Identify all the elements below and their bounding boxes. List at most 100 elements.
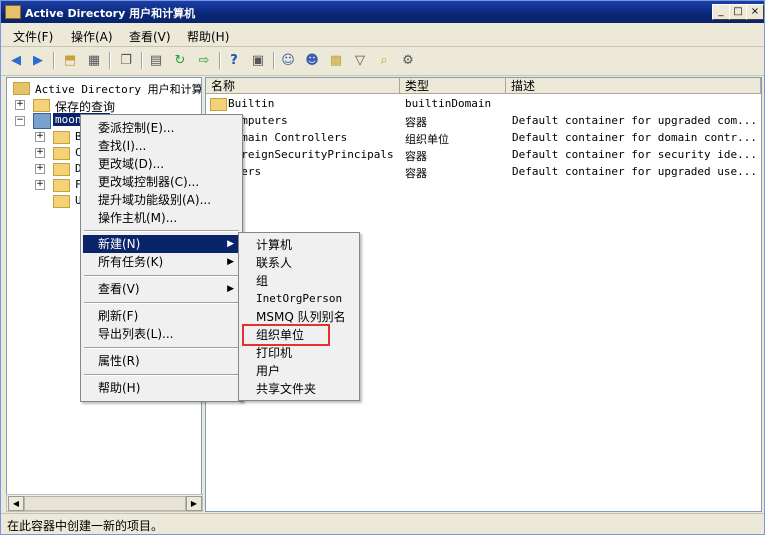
- properties-icon[interactable]: ▤: [147, 51, 165, 69]
- menu-item-change-domain[interactable]: 更改域(D)...: [83, 155, 240, 173]
- list-item[interactable]: Builtin builtinDomain: [206, 95, 761, 112]
- folder-icon: [53, 195, 70, 208]
- copy-icon[interactable]: ❐: [117, 51, 135, 69]
- window-title: Active Directory 用户和计算机: [25, 7, 196, 20]
- up-folder-icon[interactable]: ⬒: [61, 51, 79, 69]
- expand-icon[interactable]: +: [35, 180, 45, 190]
- column-header-type[interactable]: 类型: [400, 78, 506, 94]
- title-bar[interactable]: Active Directory 用户和计算机 _ □ ×: [1, 1, 764, 23]
- folder-icon: [33, 99, 50, 112]
- status-text: 在此容器中创建一新的项目。: [7, 519, 164, 533]
- menu-item-label: 所有任务(K): [98, 255, 164, 269]
- menu-item-label: 新建(N): [98, 237, 141, 251]
- domain-icon: [33, 113, 51, 129]
- expand-icon[interactable]: +: [15, 100, 25, 110]
- help-icon[interactable]: ?: [225, 51, 243, 69]
- menu-bar: 文件(F) 操作(A) 查看(V) 帮助(H): [1, 24, 764, 47]
- back-icon[interactable]: ◀: [7, 51, 25, 69]
- export-list-icon[interactable]: ⇨: [195, 51, 213, 69]
- collapse-icon[interactable]: −: [15, 116, 25, 126]
- submenu-item-user[interactable]: 用户: [241, 362, 357, 380]
- submenu-item-contact[interactable]: 联系人: [241, 254, 357, 272]
- root-icon: [13, 82, 30, 95]
- filter-icon[interactable]: ▽: [351, 51, 369, 69]
- list-item[interactable]: Users 容器 Default container for upgraded …: [206, 163, 761, 180]
- console-icon[interactable]: ▣: [249, 51, 267, 69]
- submenu-arrow-icon: ▶: [227, 239, 234, 249]
- minimize-button[interactable]: _: [712, 4, 730, 20]
- menu-item-all-tasks[interactable]: 所有任务(K) ▶: [83, 253, 240, 271]
- item-name: Domain Controllers: [228, 131, 348, 144]
- list-item[interactable]: Computers 容器 Default container for upgra…: [206, 112, 761, 129]
- tree-item-saved-queries[interactable]: + 保存的查询: [13, 97, 201, 114]
- folder-icon: [53, 131, 70, 144]
- menu-item-change-dc[interactable]: 更改域控制器(C)...: [83, 173, 240, 191]
- expand-icon[interactable]: +: [35, 164, 45, 174]
- menu-item-delegate-control[interactable]: 委派控制(E)...: [83, 119, 240, 137]
- column-header-name[interactable]: 名称: [206, 78, 400, 94]
- item-type: builtinDomain: [405, 97, 492, 110]
- menu-item-raise-level[interactable]: 提升域功能级别(A)...: [83, 191, 240, 209]
- close-button[interactable]: ×: [746, 4, 764, 20]
- menu-item-help[interactable]: 帮助(H): [83, 379, 240, 397]
- scroll-left-button[interactable]: ◀: [8, 496, 24, 511]
- menu-item-export-list[interactable]: 导出列表(L)...: [83, 325, 240, 343]
- submenu-item-printer[interactable]: 打印机: [241, 344, 357, 362]
- tree-horizontal-scrollbar[interactable]: ◀ ▶: [6, 494, 203, 512]
- item-description: Default container for upgraded com...: [512, 114, 758, 127]
- expand-icon[interactable]: +: [35, 132, 45, 142]
- context-menu: 委派控制(E)... 查找(I)... 更改域(D)... 更改域控制器(C).…: [80, 114, 243, 402]
- menu-item-new[interactable]: 新建(N) ▶: [83, 235, 240, 253]
- submenu-item-group[interactable]: 组: [241, 272, 357, 290]
- item-type: 容器: [405, 116, 427, 129]
- item-description: Default container for security ide...: [512, 148, 758, 161]
- menu-view[interactable]: 查看(V): [129, 28, 171, 45]
- submenu-item-shared-folder[interactable]: 共享文件夹: [241, 380, 357, 398]
- folder-icon: [53, 147, 70, 160]
- menu-item-view[interactable]: 查看(V) ▶: [83, 280, 240, 298]
- app-icon: [5, 5, 21, 19]
- column-header-description[interactable]: 描述: [506, 78, 761, 94]
- highlight-annotation: [242, 324, 330, 346]
- menu-help[interactable]: 帮助(H): [187, 28, 229, 45]
- show-hide-tree-icon[interactable]: ▦: [85, 51, 103, 69]
- new-user-icon[interactable]: ☺: [279, 51, 297, 69]
- item-name: ForeignSecurityPrincipals: [228, 148, 394, 161]
- item-name: Builtin: [228, 97, 275, 110]
- find-icon[interactable]: ⌕: [375, 51, 393, 69]
- menu-file[interactable]: 文件(F): [13, 28, 53, 45]
- submenu-arrow-icon: ▶: [227, 257, 234, 267]
- list-item[interactable]: ForeignSecurityPrincipals 容器 Default con…: [206, 146, 761, 163]
- item-description: Default container for upgraded use...: [512, 165, 758, 178]
- menu-item-label: 查看(V): [98, 282, 140, 296]
- folder-icon: [210, 98, 227, 111]
- toolbar: ◀ ▶ ⬒ ▦ ❐ ▤ ↻ ⇨ ? ▣ ☺ ☻ ▩ ▽ ⌕ ⚙: [1, 47, 764, 76]
- new-ou-icon[interactable]: ▩: [327, 51, 345, 69]
- menu-action[interactable]: 操作(A): [71, 28, 113, 45]
- delegate-icon[interactable]: ⚙: [399, 51, 417, 69]
- item-type: 容器: [405, 167, 427, 180]
- scroll-thumb[interactable]: [24, 496, 186, 511]
- folder-icon: [53, 163, 70, 176]
- tree-root[interactable]: Active Directory 用户和计算机: [13, 80, 201, 96]
- folder-icon: [53, 179, 70, 192]
- menu-item-refresh[interactable]: 刷新(F): [83, 307, 240, 325]
- forward-icon[interactable]: ▶: [29, 51, 47, 69]
- menu-item-find[interactable]: 查找(I)...: [83, 137, 240, 155]
- menu-item-properties[interactable]: 属性(R): [83, 352, 240, 370]
- item-type: 容器: [405, 150, 427, 163]
- submenu-item-computer[interactable]: 计算机: [241, 236, 357, 254]
- status-bar: 在此容器中创建一新的项目。: [1, 513, 764, 535]
- scroll-right-button[interactable]: ▶: [186, 496, 202, 511]
- tree-root-label: Active Directory 用户和计算机: [35, 83, 202, 96]
- refresh-icon[interactable]: ↻: [171, 51, 189, 69]
- menu-item-operations-masters[interactable]: 操作主机(M)...: [83, 209, 240, 227]
- item-description: Default container for domain contr...: [512, 131, 758, 144]
- item-type: 组织单位: [405, 133, 449, 146]
- expand-icon[interactable]: +: [35, 148, 45, 158]
- list-item[interactable]: Domain Controllers 组织单位 Default containe…: [206, 129, 761, 146]
- new-group-icon[interactable]: ☻: [303, 51, 321, 69]
- submenu-arrow-icon: ▶: [227, 284, 234, 294]
- submenu-item-inetorgperson[interactable]: InetOrgPerson: [241, 290, 357, 308]
- maximize-button[interactable]: □: [729, 4, 747, 20]
